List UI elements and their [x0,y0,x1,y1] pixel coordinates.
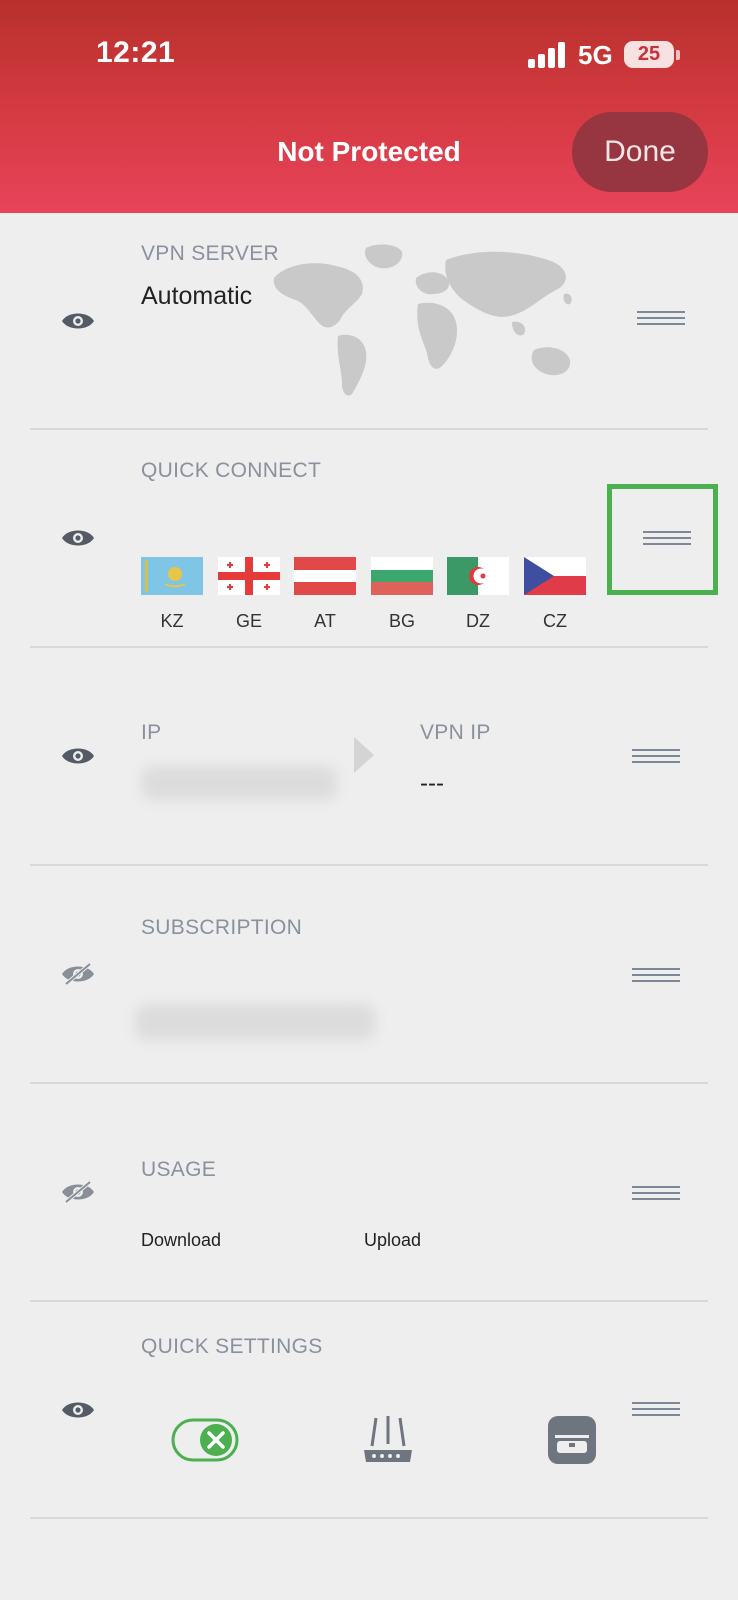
flag-kz[interactable] [141,557,203,595]
section-divider [30,1082,708,1084]
georgia-flag-icon [218,557,280,595]
section-divider [30,428,708,430]
section-divider [30,646,708,648]
world-map-graphic [273,244,572,396]
flag-at[interactable] [294,557,356,595]
battery-level: 25 [637,43,661,65]
reorder-handle-icon[interactable] [632,968,680,986]
done-button[interactable]: Done [572,112,708,192]
country-code-bg: BG [388,611,415,631]
app-header: 12:21 5G 25 Not Protected Done [0,0,738,213]
kill-switch-toggle[interactable] [171,1418,239,1462]
section-divider [30,1517,708,1519]
eye-icon[interactable] [60,744,96,768]
country-code-ge: GE [235,611,262,631]
flag-ge[interactable] [218,557,280,595]
austria-flag-icon [294,557,356,595]
country-code-cz: CZ [543,611,567,631]
section-divider [30,1300,708,1302]
reorder-handle-icon[interactable] [637,311,685,329]
usage-label: USAGE [141,1158,217,1181]
vpn-server-value: Automatic [141,282,253,310]
flag-cz[interactable] [524,557,586,595]
arrow-right-icon [354,737,374,773]
network-type: 5G [578,40,613,70]
eye-icon[interactable] [60,1398,96,1422]
quick-settings-label: QUICK SETTINGS [141,1335,323,1358]
section-divider [30,864,708,866]
cellular-signal-icon [528,42,568,68]
country-code-kz: KZ [160,611,184,631]
eye-icon[interactable] [60,526,96,550]
quick-connect-label: QUICK CONNECT [141,459,322,482]
subscription-label: SUBSCRIPTION [141,916,303,939]
kazakhstan-flag-icon [141,557,203,595]
country-code-dz: DZ [466,611,490,631]
country-code-at: AT [314,611,336,631]
vpn-ip-label: VPN IP [420,721,491,744]
status-time: 12:21 [96,36,176,69]
vpn-ip-value: --- [420,770,444,797]
upload-label: Upload [364,1230,422,1250]
download-label: Download [141,1230,222,1250]
highlight-box [607,484,718,595]
router-icon[interactable] [362,1414,414,1466]
ip-value-blurred [141,766,337,800]
flag-bg[interactable] [371,557,433,595]
incognito-icon[interactable] [547,1415,597,1465]
bulgaria-flag-icon [371,557,433,595]
subscription-value-blurred [135,1004,375,1040]
algeria-flag-icon [447,557,509,595]
vpn-server-label: VPN SERVER [141,242,279,265]
reorder-handle-icon[interactable] [632,1186,680,1204]
reorder-handle-icon[interactable] [632,1402,680,1420]
ip-label: IP [141,721,162,744]
flag-dz[interactable] [447,557,509,595]
eye-icon[interactable] [60,309,96,333]
eye-off-icon[interactable] [60,962,96,986]
battery-icon: 25 [624,41,674,68]
reorder-handle-icon[interactable] [632,749,680,767]
battery-nub [676,50,680,60]
czech-flag-icon [524,557,586,595]
eye-off-icon[interactable] [60,1180,96,1204]
